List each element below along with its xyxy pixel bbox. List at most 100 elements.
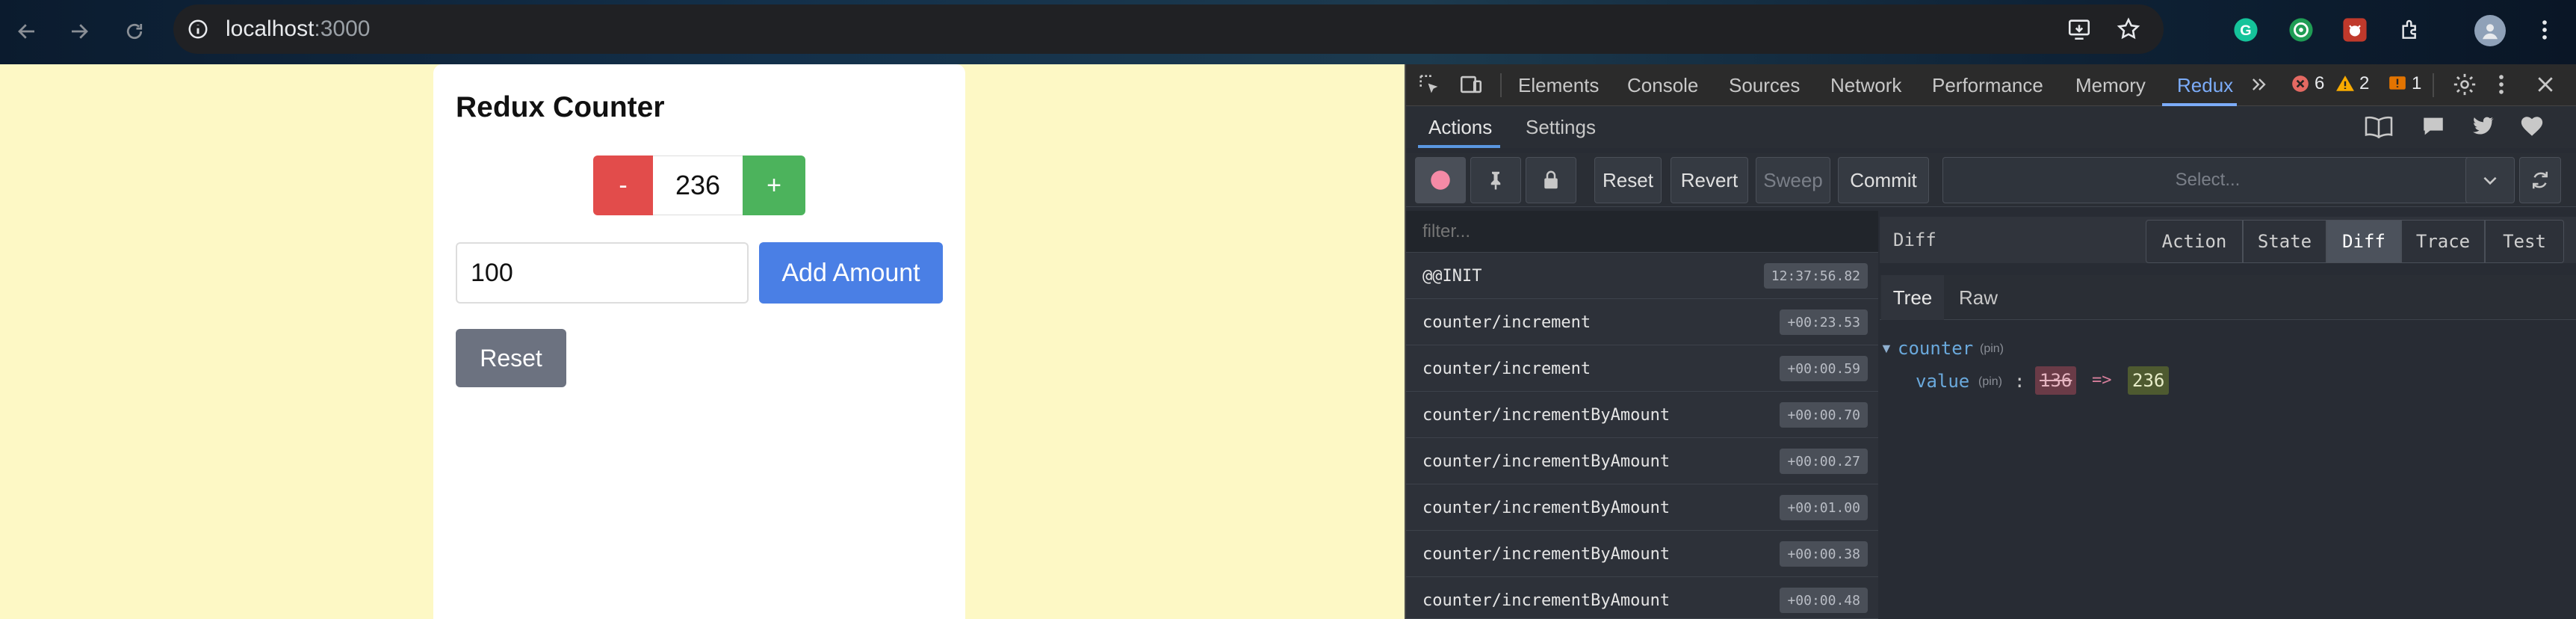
tab-sources[interactable]: Sources — [1729, 64, 1800, 106]
reload-icon — [126, 23, 143, 40]
tab-tree[interactable]: Tree — [1881, 275, 1944, 320]
tab-test[interactable]: Test — [2485, 220, 2564, 263]
warnings-count: 2 — [2359, 73, 2370, 93]
reload-button[interactable] — [120, 16, 149, 46]
forward-button[interactable] — [64, 16, 94, 46]
chevron-down-icon — [2483, 176, 2497, 185]
bookmark-star-icon[interactable] — [2116, 16, 2141, 42]
action-time: +00:00.48 — [1780, 588, 1868, 613]
amount-input[interactable] — [456, 242, 749, 304]
url-host: localhost — [226, 16, 315, 41]
tab-trace[interactable]: Trace — [2401, 220, 2485, 263]
warnings-badge[interactable]: 2 — [2335, 73, 2369, 94]
reset-button[interactable]: Reset — [456, 329, 566, 387]
info-icon[interactable] — [187, 18, 209, 40]
target-extension-icon[interactable] — [2286, 15, 2316, 45]
arrow-right-icon — [72, 24, 88, 39]
pin-link[interactable]: (pin) — [1980, 342, 2004, 356]
lock-icon — [1544, 170, 1558, 189]
count-display: 236 — [653, 155, 743, 215]
action-row[interactable]: counter/incrementByAmount +00:00.48 — [1406, 577, 1878, 619]
action-time: +00:01.00 — [1780, 495, 1868, 520]
increment-button[interactable]: + — [743, 155, 805, 215]
book-icon[interactable] — [2364, 114, 2394, 139]
lock-button[interactable] — [1526, 157, 1576, 203]
action-time: +00:00.38 — [1780, 541, 1868, 567]
record-button[interactable] — [1415, 157, 1466, 203]
errors-badge[interactable]: 6 — [2291, 73, 2324, 94]
settings-gear-icon[interactable] — [2452, 72, 2477, 97]
action-row[interactable]: counter/incrementByAmount +00:00.38 — [1406, 531, 1878, 577]
commit-button[interactable]: Commit — [1838, 157, 1929, 203]
action-name: counter/incrementByAmount — [1422, 405, 1671, 425]
action-row[interactable]: @@INIT 12:37:56.82 — [1406, 253, 1878, 299]
tab-action[interactable]: Action — [2146, 220, 2243, 263]
back-button[interactable] — [12, 16, 42, 46]
page-title: Redux Counter — [456, 91, 665, 123]
select-dropdown-button[interactable] — [2465, 157, 2515, 203]
revert-button[interactable]: Revert — [1671, 157, 1748, 203]
filter-input[interactable] — [1406, 211, 1878, 253]
action-time: +00:00.27 — [1780, 449, 1868, 474]
extensions-puzzle-icon[interactable] — [2395, 15, 2425, 45]
action-name: counter/increment — [1422, 359, 1591, 378]
install-app-icon[interactable] — [2066, 16, 2092, 42]
sweep-button[interactable]: Sweep — [1756, 157, 1830, 203]
sync-icon — [2533, 171, 2548, 189]
tab-network[interactable]: Network — [1830, 64, 1901, 106]
tab-actions[interactable]: Actions — [1428, 106, 1492, 148]
pin-button[interactable] — [1470, 157, 1521, 203]
tab-elements[interactable]: Elements — [1518, 64, 1599, 106]
pin-link[interactable]: (pin) — [1978, 375, 2002, 389]
diff-arrow: => — [2092, 371, 2112, 389]
tab-diff[interactable]: Diff — [2326, 220, 2401, 263]
instance-select[interactable]: Select... — [1942, 157, 2473, 203]
browser-menu-icon[interactable] — [2530, 15, 2560, 45]
bug-extension-icon[interactable] — [2340, 15, 2370, 45]
reset-action-button[interactable]: Reset — [1594, 157, 1662, 203]
profile-avatar[interactable] — [2474, 15, 2506, 46]
address-bar[interactable]: localhost :3000 — [173, 4, 2164, 54]
active-tab-indicator — [1418, 145, 1500, 148]
divider — [2433, 73, 2434, 97]
tab-memory[interactable]: Memory — [2075, 64, 2146, 106]
heart-icon[interactable] — [2519, 114, 2545, 139]
arrow-left-icon — [18, 24, 34, 39]
tab-state[interactable]: State — [2243, 220, 2326, 263]
chat-icon[interactable] — [2421, 114, 2446, 139]
error-icon — [2292, 76, 2309, 92]
action-name: counter/incrementByAmount — [1422, 591, 1671, 610]
inspect-element-icon[interactable] — [1417, 72, 1442, 97]
device-toolbar-icon[interactable] — [1458, 72, 1484, 97]
tab-performance[interactable]: Performance — [1932, 64, 2043, 106]
action-name: counter/incrementByAmount — [1422, 452, 1671, 471]
expand-triangle-icon[interactable]: ▼ — [1880, 341, 1893, 357]
action-row[interactable]: counter/incrementByAmount +00:00.27 — [1406, 438, 1878, 484]
devtools-menu-icon[interactable] — [2497, 72, 2506, 97]
action-name: @@INIT — [1422, 266, 1482, 286]
close-devtools-icon[interactable] — [2534, 73, 2557, 96]
action-row[interactable]: counter/incrementByAmount +00:00.70 — [1406, 392, 1878, 438]
action-name: counter/incrementByAmount — [1422, 544, 1671, 564]
action-row[interactable]: counter/increment +00:23.53 — [1406, 299, 1878, 345]
add-amount-button[interactable]: Add Amount — [759, 242, 943, 304]
tab-redux[interactable]: Redux — [2177, 64, 2233, 106]
tab-settings[interactable]: Settings — [1526, 106, 1596, 148]
warning-icon — [2336, 76, 2354, 91]
diff-old-value: 136 — [2035, 366, 2077, 395]
diff-key-counter[interactable]: counter — [1898, 338, 1973, 359]
record-icon — [1431, 170, 1450, 190]
grammarly-extension-icon[interactable]: G — [2231, 15, 2261, 45]
action-name: counter/increment — [1422, 312, 1591, 332]
action-row[interactable]: counter/incrementByAmount +00:01.00 — [1406, 484, 1878, 531]
more-tabs-icon[interactable] — [2249, 72, 2270, 97]
action-row[interactable]: counter/increment +00:00.59 — [1406, 345, 1878, 392]
diff-new-value: 236 — [2128, 366, 2170, 395]
sync-button[interactable] — [2519, 157, 2561, 203]
tab-raw[interactable]: Raw — [1945, 275, 2011, 320]
decrement-button[interactable]: - — [593, 155, 653, 215]
issues-badge[interactable]: 1 — [2388, 73, 2421, 94]
tab-console[interactable]: Console — [1627, 64, 1698, 106]
diff-colon: : — [2014, 371, 2025, 392]
twitter-icon[interactable] — [2470, 114, 2495, 139]
